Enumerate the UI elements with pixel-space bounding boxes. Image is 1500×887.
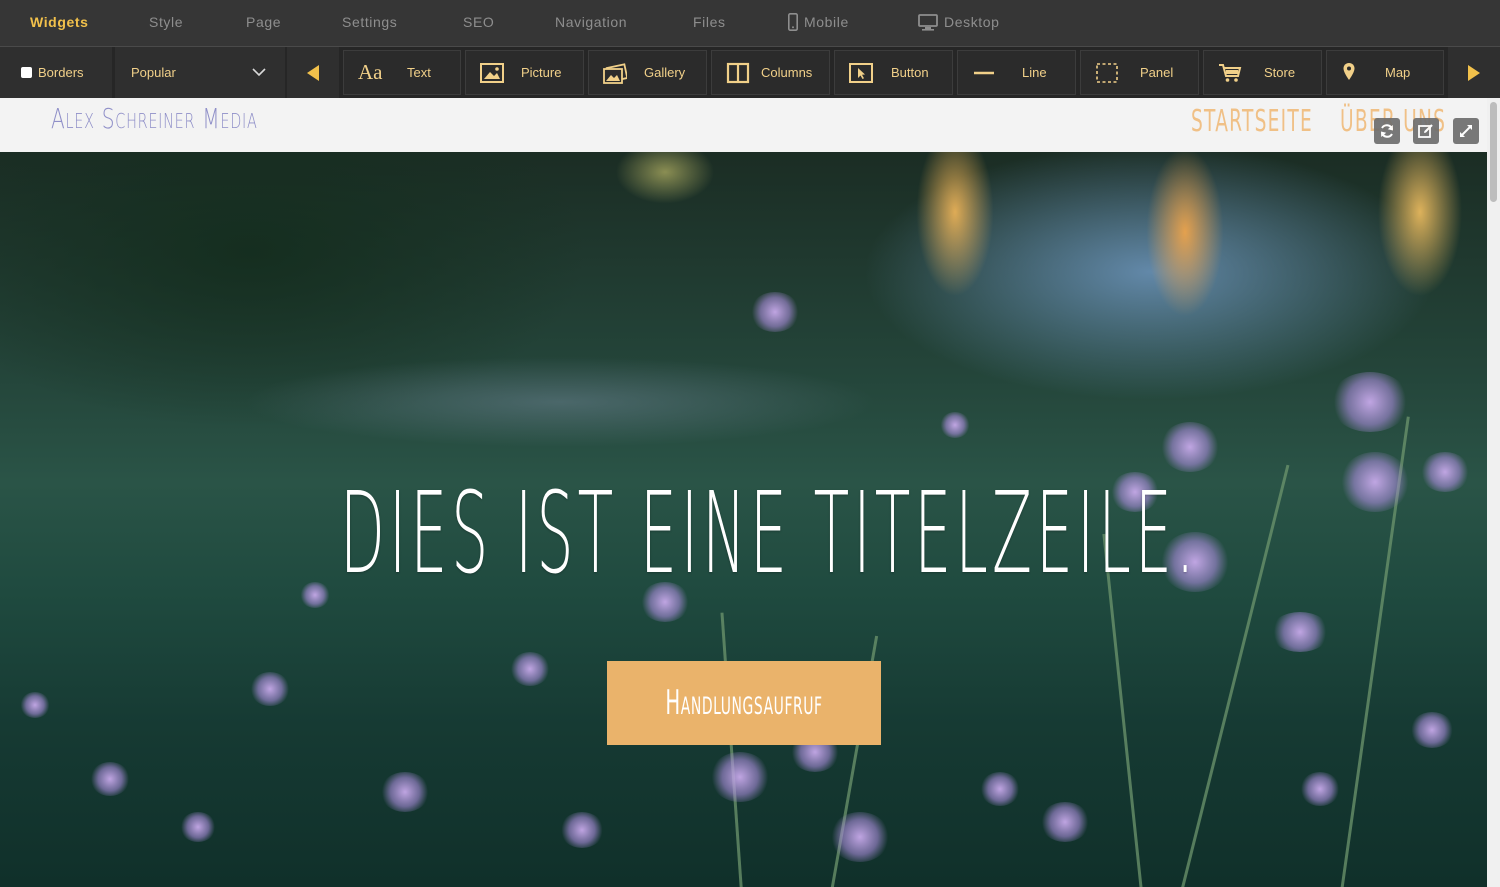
cta-button-label: Handlungsaufruf [665,683,823,723]
widget-button[interactable]: Button [834,50,953,95]
widget-map[interactable]: Map [1326,50,1444,95]
menu-desktop-label: Desktop [944,14,1000,30]
hero-section: Dies ist eine Titelzeile. Handlungsaufru… [0,152,1487,887]
borders-checkbox[interactable] [21,67,32,78]
widget-line[interactable]: Line [957,50,1076,95]
menu-widgets[interactable]: Widgets [30,0,89,44]
line-icon [974,71,994,75]
widget-category-select[interactable]: Popular [115,47,285,98]
widget-store[interactable]: Store [1203,50,1322,95]
gallery-icon [603,63,627,84]
picture-icon [480,63,504,83]
widget-text-label: Text [407,65,431,80]
menu-mobile-label: Mobile [804,14,849,30]
widget-picture[interactable]: Picture [465,50,584,95]
widget-columns-label: Columns [761,65,813,80]
widget-picture-label: Picture [521,65,562,80]
expand-section-button[interactable] [1453,118,1479,144]
menu-style[interactable]: Style [149,0,183,44]
widget-panel[interactable]: Panel [1080,50,1199,95]
menu-navigation[interactable]: Navigation [555,0,627,44]
edit-icon [1418,124,1433,138]
widget-panel-label: Panel [1140,65,1174,80]
site-brand[interactable]: Alex Schreiner Media [51,102,258,135]
cta-button[interactable]: Handlungsaufruf [607,661,881,745]
widget-text[interactable]: Aa Text [343,50,461,95]
columns-icon [726,62,750,84]
category-selected-value: Popular [131,65,176,80]
page-scrollbar[interactable] [1487,98,1500,887]
nav-link-startseite[interactable]: Startseite [1191,104,1313,139]
cart-icon [1219,64,1242,82]
scrollbar-thumb[interactable] [1490,102,1497,202]
widget-button-label: Button [891,65,929,80]
menu-files[interactable]: Files [693,0,726,44]
site-header: Alex Schreiner Media Startseite Über uns [0,98,1500,152]
phone-icon [788,13,798,32]
borders-label: Borders [38,65,84,80]
editor-top-menu: Widgets Style Page Settings SEO Navigati… [0,0,1500,47]
widget-columns[interactable]: Columns [711,50,830,95]
map-pin-icon [1343,63,1355,80]
hero-headline: Dies ist eine Titelzeile. [340,469,1199,599]
triangle-left-icon [307,65,319,81]
menu-mobile[interactable]: Mobile [788,0,849,44]
refresh-section-button[interactable] [1374,118,1400,144]
edit-section-button[interactable] [1413,118,1439,144]
widget-toolbar: Borders Popular Aa Text Picture Gallery … [0,47,1500,98]
refresh-icon [1381,124,1393,138]
menu-seo[interactable]: SEO [463,0,494,44]
chevron-down-icon [252,68,266,77]
scroll-right-button[interactable] [1448,47,1500,98]
widget-gallery-label: Gallery [644,65,686,80]
borders-toggle[interactable]: Borders [0,47,112,98]
widget-line-label: Line [1022,65,1047,80]
menu-page[interactable]: Page [246,0,281,44]
cursor-button-icon [849,63,873,83]
panel-icon [1096,63,1118,83]
widget-map-label: Map [1385,65,1411,80]
monitor-icon [918,13,938,31]
text-icon: Aa [358,60,383,84]
widget-store-label: Store [1264,65,1296,80]
scroll-left-button[interactable] [287,47,339,98]
menu-desktop[interactable]: Desktop [918,0,1000,44]
triangle-right-icon [1468,65,1480,81]
expand-icon [1460,125,1472,137]
widget-gallery[interactable]: Gallery [588,50,707,95]
menu-settings[interactable]: Settings [342,0,397,44]
